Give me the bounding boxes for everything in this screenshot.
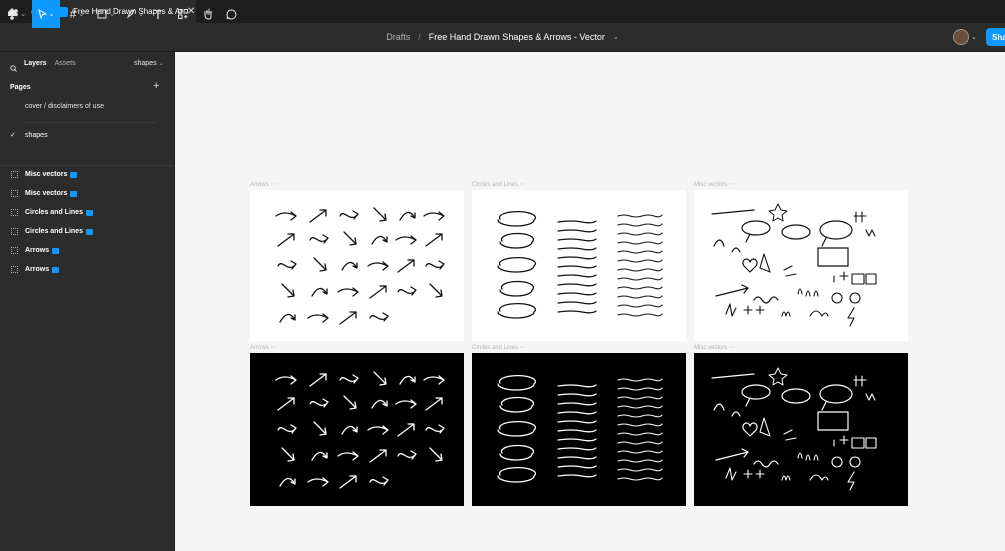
- layer-name: Circles and Lines: [25, 228, 83, 235]
- misc-artwork: [711, 203, 877, 327]
- frame-lines-light[interactable]: [472, 190, 686, 341]
- frame-lines-dark[interactable]: [472, 353, 686, 506]
- frame-label[interactable]: Arrows ⋯: [250, 344, 276, 351]
- frame-arrows-dark[interactable]: [250, 353, 464, 506]
- component-badge-icon: [52, 266, 60, 273]
- component-badge-icon: [70, 171, 78, 178]
- lines-artwork: [497, 374, 663, 483]
- tab-layers[interactable]: Layers: [24, 60, 47, 67]
- component-badge-icon: [85, 228, 93, 235]
- shape-tool-button[interactable]: ⌄: [94, 0, 118, 28]
- layer-name: Circles and Lines: [25, 209, 83, 216]
- lines-artwork: [497, 210, 663, 319]
- layer-row[interactable]: Arrows: [0, 241, 174, 260]
- frame-tool-icon: #: [69, 7, 77, 21]
- layer-row[interactable]: Misc vectors: [0, 165, 174, 184]
- frame-label[interactable]: Misc vectors ⋯: [694, 181, 735, 188]
- file-name[interactable]: Free Hand Drawn Shapes & Arrows - Vector: [429, 32, 605, 42]
- frame-label[interactable]: Circles and Lines ⋯: [472, 344, 526, 351]
- share-button[interactable]: Sha: [986, 28, 1005, 46]
- comment-tool-button[interactable]: [222, 0, 240, 28]
- layer-name: Arrows: [25, 247, 50, 254]
- component-badge-icon: [70, 190, 78, 197]
- frame-icon: [11, 247, 18, 254]
- frame-label[interactable]: Circles and Lines ⋯: [472, 181, 526, 188]
- layer-row[interactable]: Circles and Lines: [0, 203, 174, 222]
- text-tool-icon: T: [154, 6, 162, 22]
- page-select-value: shapes: [134, 60, 157, 67]
- move-tool-button[interactable]: ⌄: [32, 0, 60, 28]
- figma-menu-icon: [10, 8, 18, 20]
- arrows-artwork: [275, 371, 445, 489]
- avatar[interactable]: [953, 29, 969, 45]
- page-item-cover[interactable]: cover / disclaimers of use: [25, 103, 104, 110]
- frame-misc-light[interactable]: [694, 190, 908, 341]
- hand-tool-button[interactable]: [198, 0, 216, 28]
- layer-row[interactable]: Misc vectors: [0, 184, 174, 203]
- add-page-button[interactable]: +: [153, 80, 159, 92]
- frame-label[interactable]: Misc vectors ⋯: [694, 344, 735, 351]
- hand-tool-icon: [204, 9, 211, 20]
- main-menu-button[interactable]: ⌄: [6, 0, 30, 28]
- check-icon: ✓: [10, 132, 16, 139]
- text-tool-button[interactable]: T: [150, 0, 166, 28]
- frame-icon: [11, 266, 18, 273]
- pen-tool-icon: [126, 9, 136, 19]
- frame-icon: [11, 190, 18, 197]
- page-item-shapes[interactable]: shapes: [25, 132, 48, 139]
- frame-icon: [11, 171, 18, 178]
- tab-assets[interactable]: Assets: [55, 60, 76, 67]
- frame-misc-dark[interactable]: [694, 353, 908, 506]
- search-icon[interactable]: [10, 59, 17, 77]
- frame-label[interactable]: Arrows ⋯: [250, 181, 276, 188]
- chevron-down-icon: ⌄: [158, 61, 164, 67]
- layer-row[interactable]: Arrows: [0, 260, 174, 279]
- page-select[interactable]: shapes ⌄: [134, 60, 164, 67]
- shape-tool-icon: [97, 9, 107, 19]
- frame-tool-button[interactable]: # ⌄: [66, 0, 88, 28]
- comment-tool-icon: [226, 8, 236, 19]
- frame-arrows-light[interactable]: [250, 190, 464, 341]
- resources-button[interactable]: [175, 0, 191, 28]
- layer-name: Misc vectors: [25, 190, 68, 197]
- component-badge-icon: [85, 209, 93, 216]
- pages-header: Pages: [10, 84, 31, 91]
- layer-name: Misc vectors: [25, 171, 68, 178]
- chevron-down-icon[interactable]: ⌄: [971, 29, 977, 45]
- left-sidebar: [0, 52, 175, 551]
- sidebar-tabs: Layers Assets: [24, 57, 76, 69]
- chevron-down-icon[interactable]: ⌄: [613, 33, 619, 41]
- breadcrumb-separator: /: [418, 32, 421, 42]
- arrows-artwork: [275, 207, 445, 325]
- component-badge-icon: [52, 247, 60, 254]
- layer-row[interactable]: Circles and Lines: [0, 222, 174, 241]
- pen-tool-button[interactable]: ⌄: [124, 0, 146, 28]
- resources-icon: [178, 9, 188, 19]
- breadcrumb-drafts[interactable]: Drafts: [386, 32, 410, 42]
- layer-name: Arrows: [25, 266, 50, 273]
- frame-icon: [11, 228, 18, 235]
- misc-artwork: [711, 367, 877, 491]
- move-tool-icon: [37, 9, 47, 19]
- divider: [24, 122, 156, 123]
- frame-icon: [11, 209, 18, 216]
